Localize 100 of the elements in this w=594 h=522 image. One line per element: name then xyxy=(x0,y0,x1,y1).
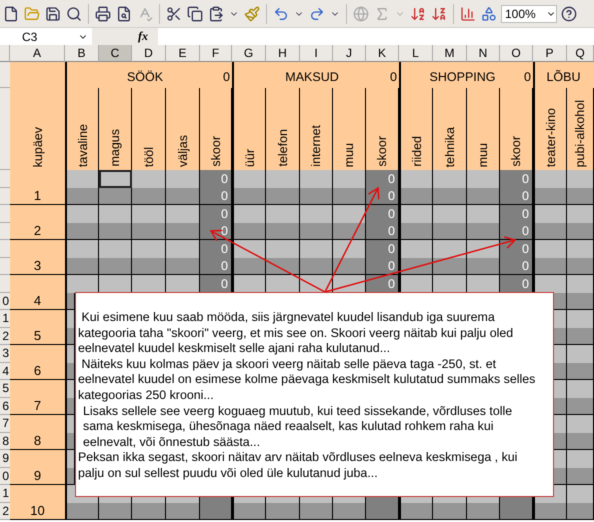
row-number[interactable]: 1 xyxy=(0,485,10,502)
table-cell[interactable] xyxy=(65,170,99,188)
table-cell[interactable] xyxy=(166,275,200,292)
column-header[interactable]: C xyxy=(99,45,132,62)
table-cell[interactable] xyxy=(567,432,594,450)
table-cell[interactable] xyxy=(333,240,366,258)
column-header[interactable]: P xyxy=(533,45,567,62)
table-cell[interactable] xyxy=(65,205,99,222)
table-cell[interactable] xyxy=(333,502,366,520)
select-all-corner[interactable] xyxy=(0,45,10,62)
column-header[interactable]: G xyxy=(232,45,266,62)
table-cell[interactable] xyxy=(65,275,99,292)
score-cell[interactable]: 0 xyxy=(366,240,399,258)
table-cell[interactable] xyxy=(166,258,200,275)
zoom-field[interactable]: 100% xyxy=(501,4,557,22)
table-cell[interactable] xyxy=(554,345,567,362)
score-cell[interactable]: 0 xyxy=(500,205,533,222)
table-cell[interactable] xyxy=(567,170,594,188)
table-cell[interactable] xyxy=(132,258,166,275)
score-cell[interactable]: 0 xyxy=(200,205,232,222)
table-cell[interactable] xyxy=(554,292,567,310)
row-number[interactable]: 0 xyxy=(0,468,10,485)
table-cell[interactable] xyxy=(567,415,594,432)
column-header[interactable]: B xyxy=(65,45,99,62)
new-icon[interactable] xyxy=(2,4,20,22)
column-header[interactable]: A xyxy=(10,45,65,62)
column-header[interactable]: M xyxy=(433,45,467,62)
table-cell[interactable] xyxy=(333,222,366,240)
cut-icon[interactable] xyxy=(165,4,183,22)
table-cell[interactable] xyxy=(554,468,567,485)
table-cell[interactable] xyxy=(65,240,99,258)
table-cell[interactable] xyxy=(132,222,166,240)
column-header[interactable]: Q xyxy=(567,45,594,62)
score-cell[interactable]: 0 xyxy=(500,188,533,205)
table-cell[interactable] xyxy=(65,432,75,450)
table-cell[interactable] xyxy=(333,188,366,205)
row-number[interactable]: 5 xyxy=(0,380,10,398)
table-cell[interactable] xyxy=(567,222,594,240)
table-cell[interactable] xyxy=(99,240,132,258)
table-cell[interactable] xyxy=(65,468,75,485)
table-cell[interactable] xyxy=(99,258,132,275)
table-cell[interactable] xyxy=(567,398,594,415)
column-header[interactable]: J xyxy=(333,45,366,62)
table-cell[interactable] xyxy=(132,275,166,292)
table-cell[interactable] xyxy=(567,275,594,292)
table-cell[interactable] xyxy=(399,240,433,258)
shapes-icon[interactable] xyxy=(480,4,498,22)
table-cell[interactable] xyxy=(567,328,594,345)
table-cell[interactable] xyxy=(533,205,567,222)
row-number[interactable]: 8 xyxy=(0,432,10,450)
table-cell[interactable] xyxy=(433,502,467,520)
column-header[interactable]: O xyxy=(500,45,533,62)
table-cell[interactable] xyxy=(567,362,594,380)
table-cell[interactable] xyxy=(65,345,75,362)
table-cell[interactable] xyxy=(166,222,200,240)
table-cell[interactable] xyxy=(266,188,300,205)
table-cell[interactable] xyxy=(65,188,99,205)
table-cell[interactable] xyxy=(433,188,467,205)
column-header[interactable]: D xyxy=(132,45,166,62)
table-cell[interactable] xyxy=(65,502,99,520)
table-cell[interactable] xyxy=(500,502,533,520)
score-cell[interactable]: 0 xyxy=(200,188,232,205)
table-cell[interactable] xyxy=(300,240,333,258)
table-cell[interactable] xyxy=(567,188,594,205)
score-cell[interactable]: 0 xyxy=(366,170,399,188)
print-preview-icon[interactable] xyxy=(115,4,133,22)
table-cell[interactable] xyxy=(132,188,166,205)
table-cell[interactable] xyxy=(232,275,266,292)
table-cell[interactable] xyxy=(567,345,594,362)
table-cell[interactable] xyxy=(567,380,594,398)
table-cell[interactable] xyxy=(65,450,75,468)
table-cell[interactable] xyxy=(132,502,166,520)
table-cell[interactable] xyxy=(399,275,433,292)
table-cell[interactable] xyxy=(232,258,266,275)
table-cell[interactable] xyxy=(300,502,333,520)
table-cell[interactable] xyxy=(467,188,500,205)
table-cell[interactable] xyxy=(567,240,594,258)
table-cell[interactable] xyxy=(300,258,333,275)
table-cell[interactable] xyxy=(433,275,467,292)
table-cell[interactable] xyxy=(433,170,467,188)
column-header[interactable]: N xyxy=(467,45,500,62)
chart-icon[interactable] xyxy=(459,4,477,22)
column-header[interactable]: H xyxy=(266,45,300,62)
table-cell[interactable] xyxy=(65,292,75,310)
table-cell[interactable] xyxy=(99,275,132,292)
row-number[interactable]: 9 xyxy=(0,450,10,468)
score-cell[interactable]: 0 xyxy=(500,170,533,188)
score-cell[interactable]: 0 xyxy=(500,222,533,240)
table-cell[interactable] xyxy=(567,292,594,310)
table-cell[interactable] xyxy=(467,258,500,275)
table-cell[interactable] xyxy=(200,502,232,520)
paste-icon[interactable] xyxy=(207,4,225,22)
table-cell[interactable] xyxy=(132,240,166,258)
table-cell[interactable] xyxy=(266,240,300,258)
column-header[interactable]: K xyxy=(366,45,399,62)
table-cell[interactable] xyxy=(166,170,200,188)
table-cell[interactable] xyxy=(99,502,132,520)
table-cell[interactable] xyxy=(300,188,333,205)
copy-icon[interactable] xyxy=(186,4,204,22)
table-cell[interactable] xyxy=(554,328,567,345)
